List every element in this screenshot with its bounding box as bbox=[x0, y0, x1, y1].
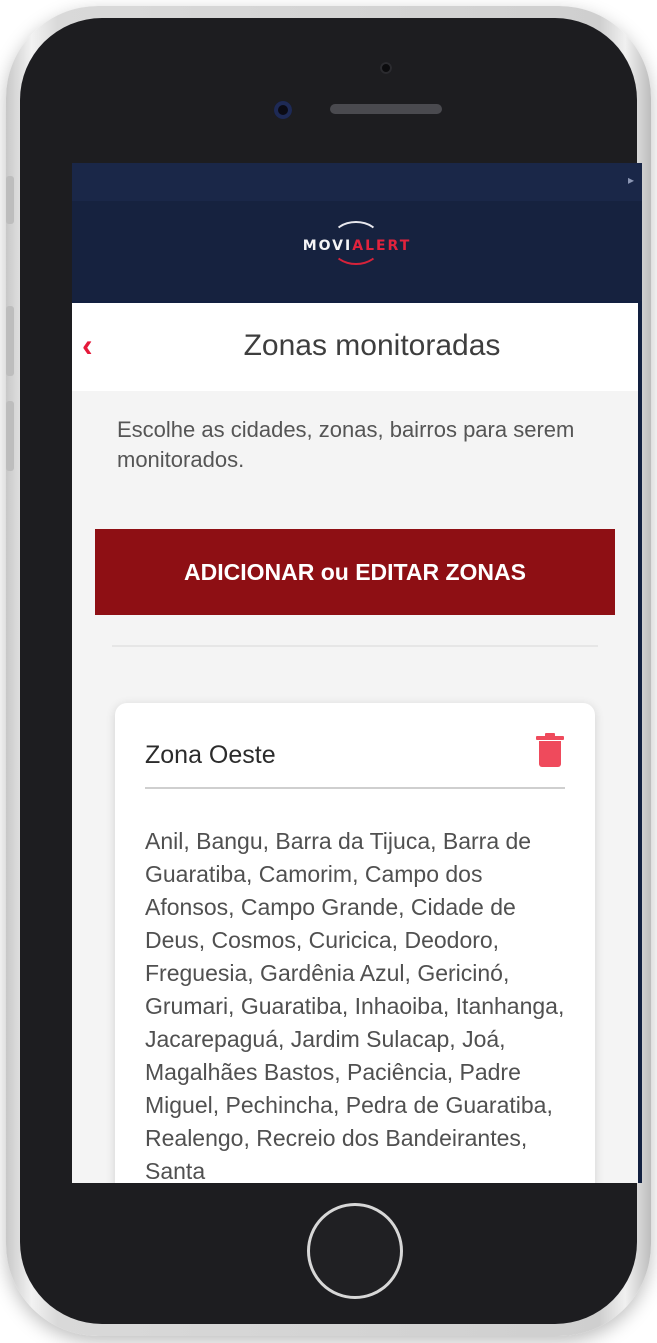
app-screen: ▸ MOVIALERT ‹ Zonas monitoradas Escolhe … bbox=[72, 163, 642, 1183]
zone-neighborhoods-list: Anil, Bangu, Barra da Tijuca, Barra de G… bbox=[145, 828, 565, 1183]
status-bar: ▸ bbox=[72, 163, 642, 201]
earpiece-speaker bbox=[330, 104, 442, 114]
page-title: Zonas monitoradas bbox=[243, 329, 501, 362]
title-bar: ‹ Zonas monitoradas bbox=[72, 303, 638, 391]
logo-text-alert: ALERT bbox=[352, 238, 412, 254]
mute-switch bbox=[6, 176, 14, 224]
main-content: ‹ Zonas monitoradas Escolhe as cidades, … bbox=[72, 303, 638, 1183]
back-chevron-icon[interactable]: ‹ bbox=[82, 325, 106, 365]
trash-icon[interactable] bbox=[536, 733, 564, 767]
status-indicator-icon: ▸ bbox=[627, 173, 634, 187]
zone-card-title: Zona Oeste bbox=[145, 741, 276, 769]
volume-down-button bbox=[6, 401, 14, 471]
phone-frame: ▸ MOVIALERT ‹ Zonas monitoradas Escolhe … bbox=[6, 6, 651, 1336]
front-camera bbox=[274, 101, 292, 119]
proximity-sensor bbox=[380, 62, 392, 74]
movialert-logo: MOVIALERT bbox=[282, 221, 432, 283]
logo-text: MOVIALERT bbox=[282, 238, 432, 254]
add-edit-zones-button[interactable]: ADICIONAR ou EDITAR ZONAS bbox=[95, 529, 615, 615]
zone-card-divider bbox=[145, 787, 565, 789]
logo-text-movi: MOVI bbox=[302, 238, 353, 254]
phone-bezel: ▸ MOVIALERT ‹ Zonas monitoradas Escolhe … bbox=[20, 18, 642, 1324]
section-divider bbox=[112, 645, 598, 647]
volume-up-button bbox=[6, 306, 14, 376]
zone-card: Zona Oeste Anil, Bangu, Barra da Tijuca,… bbox=[115, 703, 595, 1183]
home-button[interactable] bbox=[307, 1203, 403, 1299]
page-description: Escolhe as cidades, zonas, bairros para … bbox=[117, 417, 575, 472]
